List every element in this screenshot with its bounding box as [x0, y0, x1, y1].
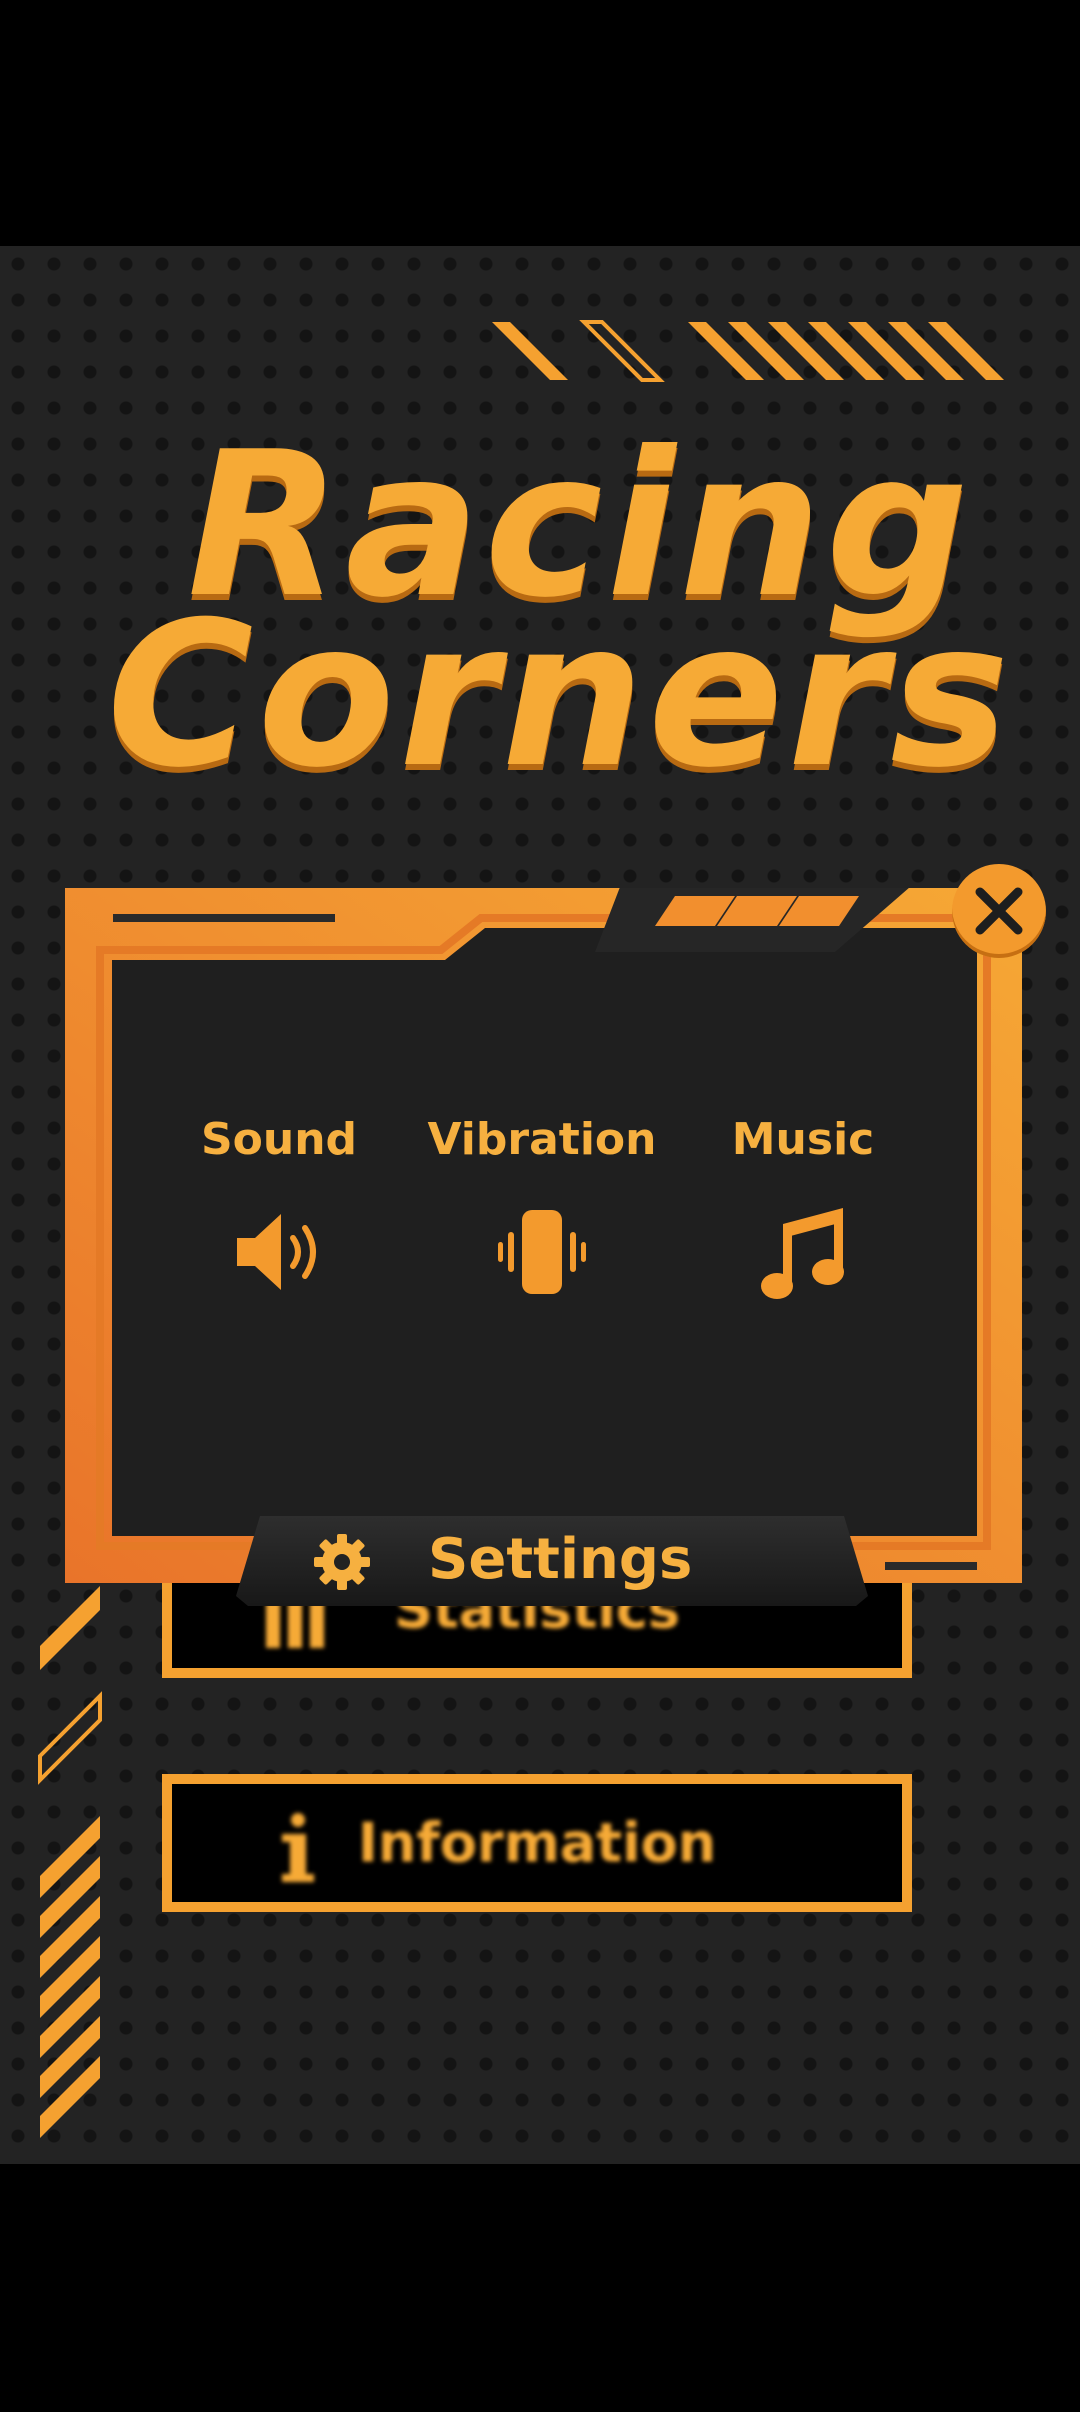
close-icon [975, 887, 1023, 935]
sound-toggle[interactable]: Sound [149, 1118, 409, 1302]
gear-icon [312, 1532, 372, 1596]
speaker-icon [149, 1202, 409, 1302]
close-button[interactable] [952, 864, 1046, 958]
settings-title-banner: Settings [236, 1516, 868, 1606]
music-label: Music [731, 1114, 875, 1165]
music-note-icon [673, 1202, 933, 1302]
settings-dialog: Sound Vibration Music [65, 888, 1022, 1583]
vibration-label: Vibration [427, 1114, 657, 1165]
music-toggle[interactable]: Music [673, 1118, 933, 1302]
settings-title: Settings [428, 1527, 693, 1592]
sound-label: Sound [200, 1114, 358, 1165]
vibration-toggle[interactable]: Vibration [412, 1118, 672, 1302]
vibration-icon [412, 1202, 672, 1302]
